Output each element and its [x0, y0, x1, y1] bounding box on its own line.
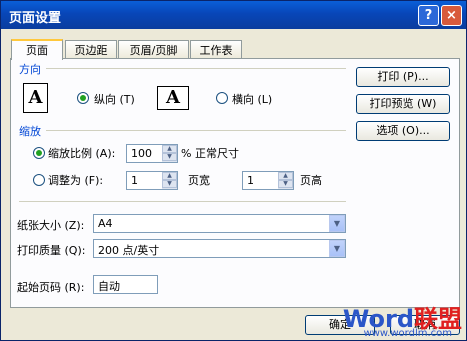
tab-header-footer[interactable]: 页眉/页脚: [118, 40, 189, 59]
fit-tall-unit: 页高: [300, 174, 322, 187]
orientation-heading: 方向: [19, 63, 41, 76]
scaling-heading: 缩放: [19, 125, 41, 138]
options-button[interactable]: 选项 (O)...: [356, 121, 450, 141]
fit-tall-spinner[interactable]: ▲ ▼: [278, 172, 293, 189]
fit-wide-unit: 页宽: [188, 174, 210, 187]
first-page-label: 起始页码 (R):: [17, 281, 85, 294]
paper-divider: [19, 201, 346, 202]
watermark-url: www.wordlm.com: [363, 328, 452, 339]
portrait-icon: A: [23, 83, 48, 113]
portrait-radio[interactable]: [77, 92, 89, 104]
page-setup-dialog: 页面设置 ? × 页面 页边距 页眉/页脚 工作表 方向 A 纵向 (T) A …: [0, 0, 467, 341]
window-title: 页面设置: [9, 11, 62, 26]
paper-size-label: 纸张大小 (Z):: [17, 219, 85, 232]
fit-wide-spinner[interactable]: ▲ ▼: [162, 172, 177, 189]
paper-size-dropdown-icon[interactable]: ▼: [329, 215, 345, 232]
print-quality-label: 打印质量 (Q):: [17, 244, 86, 257]
first-page-input[interactable]: 自动: [93, 275, 158, 294]
print-button[interactable]: 打印 (P)...: [356, 67, 450, 87]
help-icon[interactable]: ?: [418, 5, 439, 26]
close-icon[interactable]: ×: [441, 5, 462, 26]
fit-label: 调整为 (F):: [48, 174, 104, 187]
landscape-label: 横向 (L): [232, 93, 273, 106]
zoom-radio[interactable]: [33, 147, 45, 159]
print-quality-select[interactable]: 200 点/英寸: [93, 239, 346, 258]
tab-margins[interactable]: 页边距: [65, 40, 117, 59]
zoom-spinner[interactable]: ▲ ▼: [162, 145, 177, 162]
landscape-icon: A: [157, 86, 189, 110]
tab-sheet[interactable]: 工作表: [190, 40, 242, 59]
page-panel: 方向 A 纵向 (T) A 横向 (L) 缩放 缩放比例 (A): 100 ▲ ▼…: [10, 58, 460, 308]
print-quality-dropdown-icon[interactable]: ▼: [329, 240, 345, 257]
landscape-radio[interactable]: [216, 92, 228, 104]
orientation-divider: [46, 68, 346, 69]
fit-radio[interactable]: [33, 174, 45, 186]
paper-size-select[interactable]: A4: [93, 214, 346, 233]
zoom-unit: % 正常尺寸: [181, 147, 239, 160]
scaling-divider: [46, 130, 346, 131]
portrait-label: 纵向 (T): [94, 93, 135, 106]
title-bar: 页面设置 ? ×: [1, 1, 466, 29]
print-preview-button[interactable]: 打印预览 (W): [356, 94, 450, 114]
tab-page[interactable]: 页面: [11, 39, 63, 60]
zoom-label: 缩放比例 (A):: [48, 147, 116, 160]
